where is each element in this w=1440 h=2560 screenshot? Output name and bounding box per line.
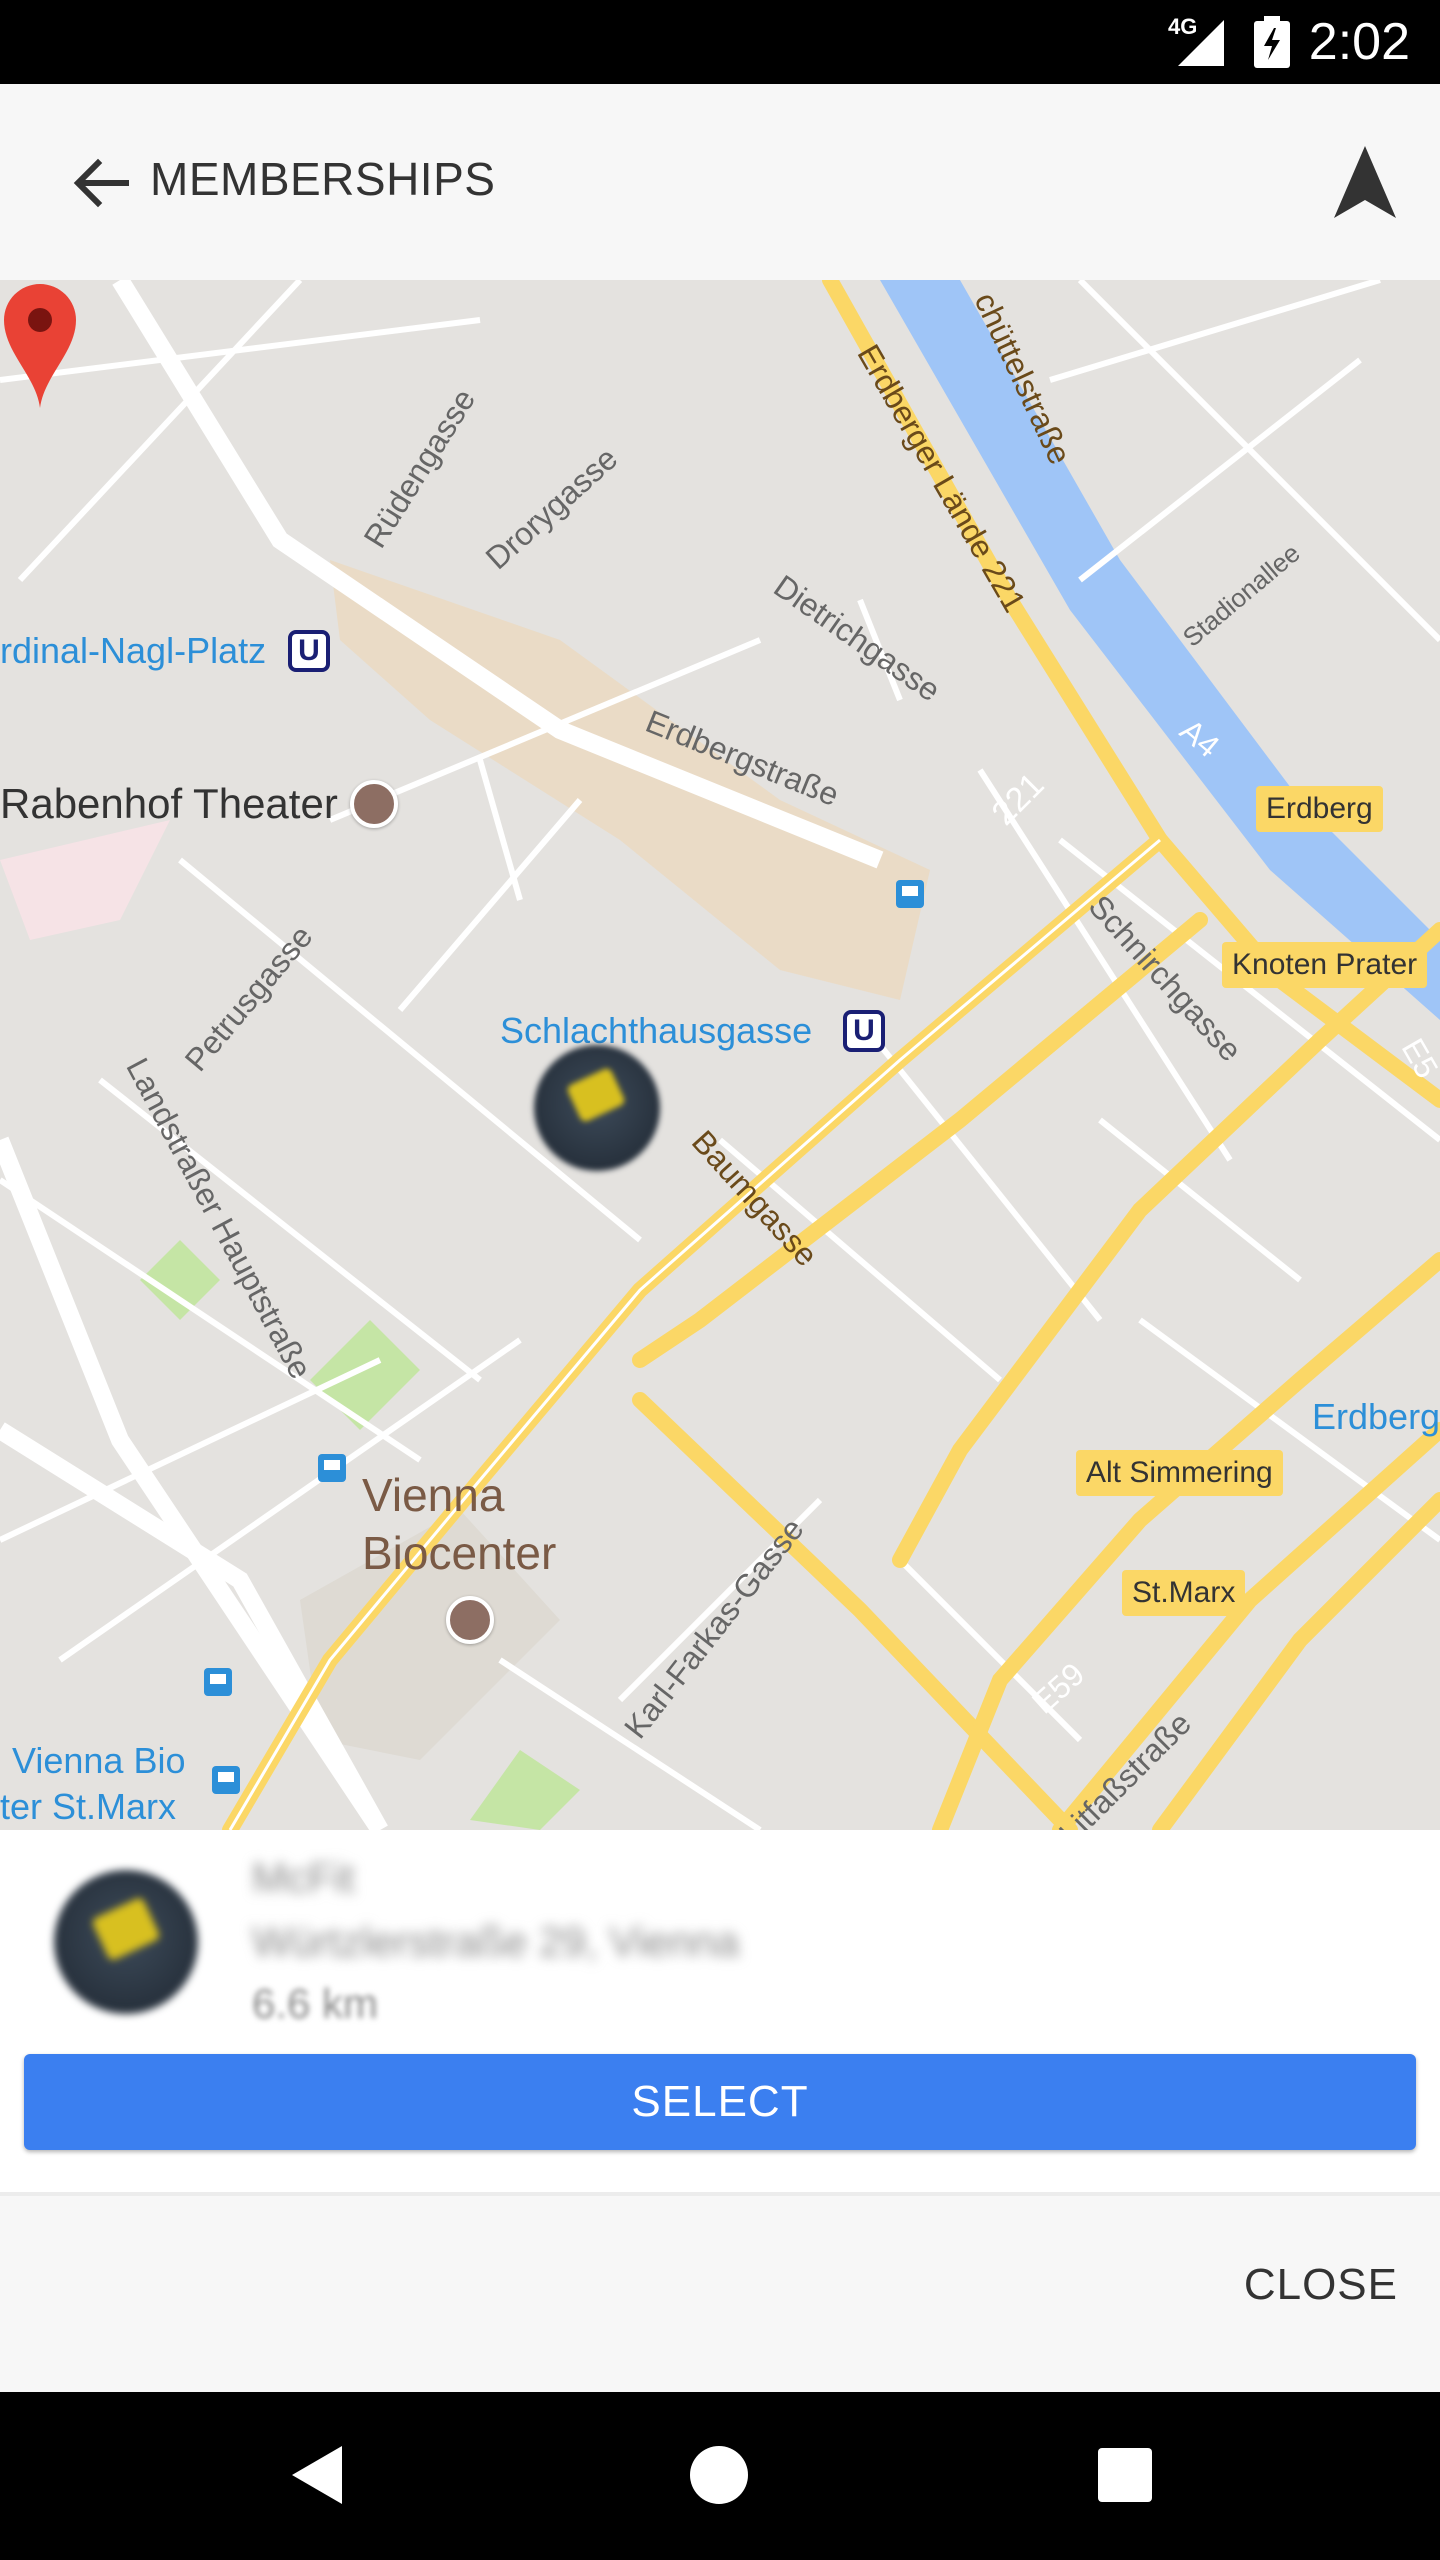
status-bar: 4G 2:02 bbox=[0, 0, 1440, 84]
dialog-actions: CLOSE bbox=[0, 2196, 1440, 2392]
bus-stop-icon bbox=[896, 880, 924, 908]
badge-erdberg: Erdberg bbox=[1256, 786, 1383, 832]
gym-logo-avatar bbox=[54, 1870, 198, 2014]
badge-st-marx: St.Marx bbox=[1122, 1570, 1246, 1616]
app-bar: MEMBERSHIPS bbox=[0, 84, 1440, 280]
location-pin-icon[interactable] bbox=[0, 280, 80, 410]
select-button[interactable]: SELECT bbox=[24, 2054, 1416, 2150]
gym-address: Würtzlerstraße 29, Vienna bbox=[252, 1918, 740, 1965]
poi-label-rabenhof-theater: Rabenhof Theater bbox=[0, 780, 338, 827]
back-arrow-icon[interactable] bbox=[66, 148, 136, 218]
gym-details-sheet: McFit Würtzlerstraße 29, Vienna 6.6 km S… bbox=[0, 1830, 1440, 2392]
station-label-schlachthausgasse: Schlachthausgasse bbox=[500, 1010, 813, 1051]
badge-alt-simmering: Alt Simmering bbox=[1076, 1450, 1283, 1496]
map[interactable]: Rüdengasse Drorygasse Dietrichgasse Erdb… bbox=[0, 280, 1440, 1830]
poi-label-vienna-biocenter: Vienna Biocenter bbox=[362, 1469, 557, 1579]
battery-charging-icon bbox=[1254, 16, 1290, 68]
station-label-erdberg: Erdberg bbox=[1312, 1396, 1440, 1437]
subway-u-icon: U bbox=[843, 1010, 885, 1052]
gym-map-marker[interactable] bbox=[534, 1045, 660, 1171]
station-label-vienna-bio: Vienna Bio bbox=[12, 1740, 186, 1781]
nav-back-icon[interactable] bbox=[290, 2444, 344, 2506]
bus-stop-icon bbox=[318, 1454, 346, 1482]
subway-u-icon: U bbox=[288, 630, 330, 672]
gym-name: McFit bbox=[252, 1854, 355, 1901]
close-button[interactable]: CLOSE bbox=[1244, 2260, 1398, 2310]
system-navigation-bar bbox=[0, 2392, 1440, 2560]
gym-distance: 6.6 km bbox=[252, 1980, 379, 2027]
nav-home-icon[interactable] bbox=[690, 2446, 748, 2504]
bus-stop-icon bbox=[212, 1766, 240, 1794]
station-label-kardinal-nagl-platz: rdinal-Nagl-Platz bbox=[0, 630, 267, 671]
page-title: MEMBERSHIPS bbox=[150, 153, 496, 205]
clock: 2:02 bbox=[1308, 13, 1410, 71]
station-label-ter-st-marx: ter St.Marx bbox=[0, 1786, 177, 1827]
signal-icon bbox=[1178, 20, 1224, 66]
bus-stop-icon bbox=[204, 1668, 232, 1696]
badge-knoten-prater: Knoten Prater bbox=[1222, 942, 1428, 988]
theater-icon bbox=[350, 780, 398, 828]
nav-recents-icon[interactable] bbox=[1098, 2448, 1152, 2502]
school-icon bbox=[446, 1596, 494, 1644]
navigation-arrow-icon[interactable] bbox=[1330, 142, 1400, 222]
